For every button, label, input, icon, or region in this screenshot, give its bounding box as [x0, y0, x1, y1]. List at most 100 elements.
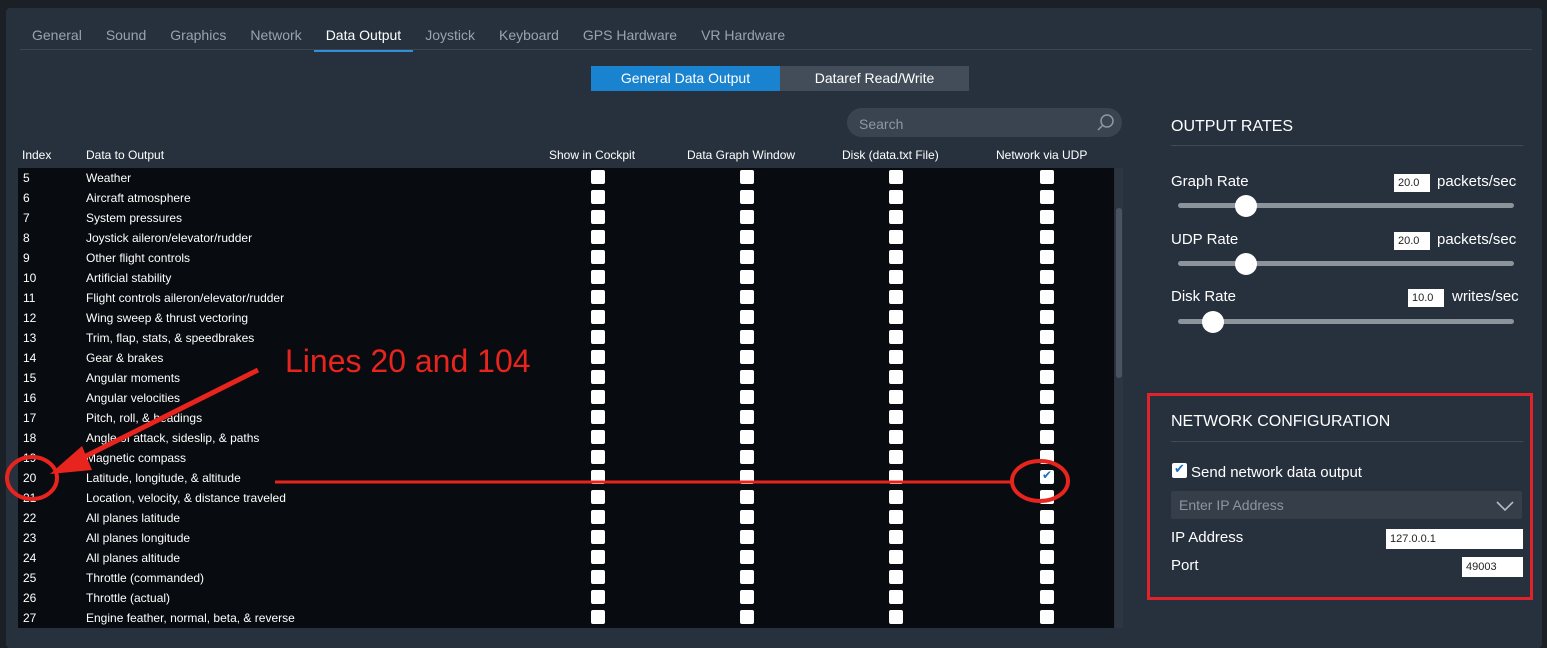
udp-rate-input[interactable]: 20.0 — [1394, 232, 1430, 250]
udp-checkbox[interactable] — [1040, 550, 1054, 564]
cockpit-checkbox[interactable] — [591, 550, 605, 564]
tab-network[interactable]: Network — [238, 8, 313, 49]
udp-checkbox[interactable] — [1040, 330, 1054, 344]
udp-checkbox[interactable] — [1040, 530, 1054, 544]
disk-checkbox[interactable] — [889, 390, 903, 404]
disk-checkbox[interactable] — [889, 430, 903, 444]
graph-checkbox[interactable] — [740, 250, 754, 264]
graph-checkbox[interactable] — [740, 310, 754, 324]
disk-rate-input[interactable]: 10.0 — [1408, 289, 1444, 307]
disk-checkbox[interactable] — [889, 610, 903, 624]
graph-checkbox[interactable] — [740, 350, 754, 364]
udp-checkbox[interactable] — [1040, 490, 1054, 504]
disk-checkbox[interactable] — [889, 450, 903, 464]
graph-checkbox[interactable] — [740, 510, 754, 524]
disk-checkbox[interactable] — [889, 370, 903, 384]
udp-checkbox[interactable] — [1040, 210, 1054, 224]
search-icon[interactable] — [1097, 114, 1115, 137]
cockpit-checkbox[interactable] — [591, 350, 605, 364]
disk-checkbox[interactable] — [889, 250, 903, 264]
graph-checkbox[interactable] — [740, 190, 754, 204]
disk-checkbox[interactable] — [889, 230, 903, 244]
tab-vr-hardware[interactable]: VR Hardware — [689, 8, 797, 49]
cockpit-checkbox[interactable] — [591, 170, 605, 184]
disk-checkbox[interactable] — [889, 330, 903, 344]
disk-checkbox[interactable] — [889, 470, 903, 484]
graph-checkbox[interactable] — [740, 290, 754, 304]
cockpit-checkbox[interactable] — [591, 230, 605, 244]
udp-checkbox[interactable] — [1040, 290, 1054, 304]
graph-checkbox[interactable] — [740, 230, 754, 244]
graph-rate-slider-thumb[interactable] — [1235, 195, 1257, 217]
cockpit-checkbox[interactable] — [591, 330, 605, 344]
graph-checkbox[interactable] — [740, 550, 754, 564]
cockpit-checkbox[interactable] — [591, 370, 605, 384]
cockpit-checkbox[interactable] — [591, 450, 605, 464]
disk-checkbox[interactable] — [889, 270, 903, 284]
disk-checkbox[interactable] — [889, 190, 903, 204]
cockpit-checkbox[interactable] — [591, 190, 605, 204]
udp-checkbox[interactable] — [1040, 468, 1054, 484]
disk-checkbox[interactable] — [889, 290, 903, 304]
cockpit-checkbox[interactable] — [591, 430, 605, 444]
tab-graphics[interactable]: Graphics — [158, 8, 238, 49]
udp-checkbox[interactable] — [1040, 590, 1054, 604]
udp-checkbox[interactable] — [1040, 570, 1054, 584]
tab-joystick[interactable]: Joystick — [413, 8, 487, 49]
cockpit-checkbox[interactable] — [591, 410, 605, 424]
udp-checkbox[interactable] — [1040, 170, 1054, 184]
general-data-output-button[interactable]: General Data Output — [591, 66, 780, 91]
graph-checkbox[interactable] — [740, 210, 754, 224]
cockpit-checkbox[interactable] — [591, 590, 605, 604]
graph-checkbox[interactable] — [740, 570, 754, 584]
udp-checkbox[interactable] — [1040, 230, 1054, 244]
graph-checkbox[interactable] — [740, 370, 754, 384]
disk-checkbox[interactable] — [889, 510, 903, 524]
disk-checkbox[interactable] — [889, 490, 903, 504]
graph-checkbox[interactable] — [740, 470, 754, 484]
cockpit-checkbox[interactable] — [591, 310, 605, 324]
graph-checkbox[interactable] — [740, 590, 754, 604]
table-scroll-thumb[interactable] — [1116, 208, 1122, 378]
graph-checkbox[interactable] — [740, 410, 754, 424]
graph-checkbox[interactable] — [740, 610, 754, 624]
tab-gps-hardware[interactable]: GPS Hardware — [571, 8, 689, 49]
udp-rate-slider[interactable] — [1178, 261, 1514, 266]
graph-checkbox[interactable] — [740, 530, 754, 544]
cockpit-checkbox[interactable] — [591, 610, 605, 624]
udp-checkbox[interactable] — [1040, 390, 1054, 404]
disk-checkbox[interactable] — [889, 410, 903, 424]
cockpit-checkbox[interactable] — [591, 510, 605, 524]
disk-rate-slider-thumb[interactable] — [1202, 311, 1224, 333]
cockpit-checkbox[interactable] — [591, 470, 605, 484]
dataref-read-write-button[interactable]: Dataref Read/Write — [780, 66, 969, 91]
disk-checkbox[interactable] — [889, 590, 903, 604]
udp-checkbox[interactable] — [1040, 510, 1054, 524]
udp-rate-slider-thumb[interactable] — [1235, 253, 1257, 275]
udp-checkbox[interactable] — [1040, 310, 1054, 324]
cockpit-checkbox[interactable] — [591, 390, 605, 404]
graph-checkbox[interactable] — [740, 330, 754, 344]
graph-checkbox[interactable] — [740, 490, 754, 504]
udp-checkbox[interactable] — [1040, 190, 1054, 204]
disk-checkbox[interactable] — [889, 570, 903, 584]
udp-checkbox[interactable] — [1040, 410, 1054, 424]
cockpit-checkbox[interactable] — [591, 530, 605, 544]
graph-checkbox[interactable] — [740, 450, 754, 464]
cockpit-checkbox[interactable] — [591, 570, 605, 584]
disk-rate-slider[interactable] — [1178, 319, 1514, 324]
search-input[interactable] — [857, 113, 1091, 134]
tab-sound[interactable]: Sound — [94, 8, 158, 49]
tab-general[interactable]: General — [20, 8, 94, 49]
udp-checkbox[interactable] — [1040, 270, 1054, 284]
graph-rate-slider[interactable] — [1178, 203, 1514, 208]
udp-checkbox[interactable] — [1040, 450, 1054, 464]
cockpit-checkbox[interactable] — [591, 490, 605, 504]
disk-checkbox[interactable] — [889, 210, 903, 224]
graph-checkbox[interactable] — [740, 390, 754, 404]
udp-checkbox[interactable] — [1040, 370, 1054, 384]
graph-checkbox[interactable] — [740, 170, 754, 184]
tab-keyboard[interactable]: Keyboard — [487, 8, 571, 49]
graph-checkbox[interactable] — [740, 270, 754, 284]
cockpit-checkbox[interactable] — [591, 270, 605, 284]
